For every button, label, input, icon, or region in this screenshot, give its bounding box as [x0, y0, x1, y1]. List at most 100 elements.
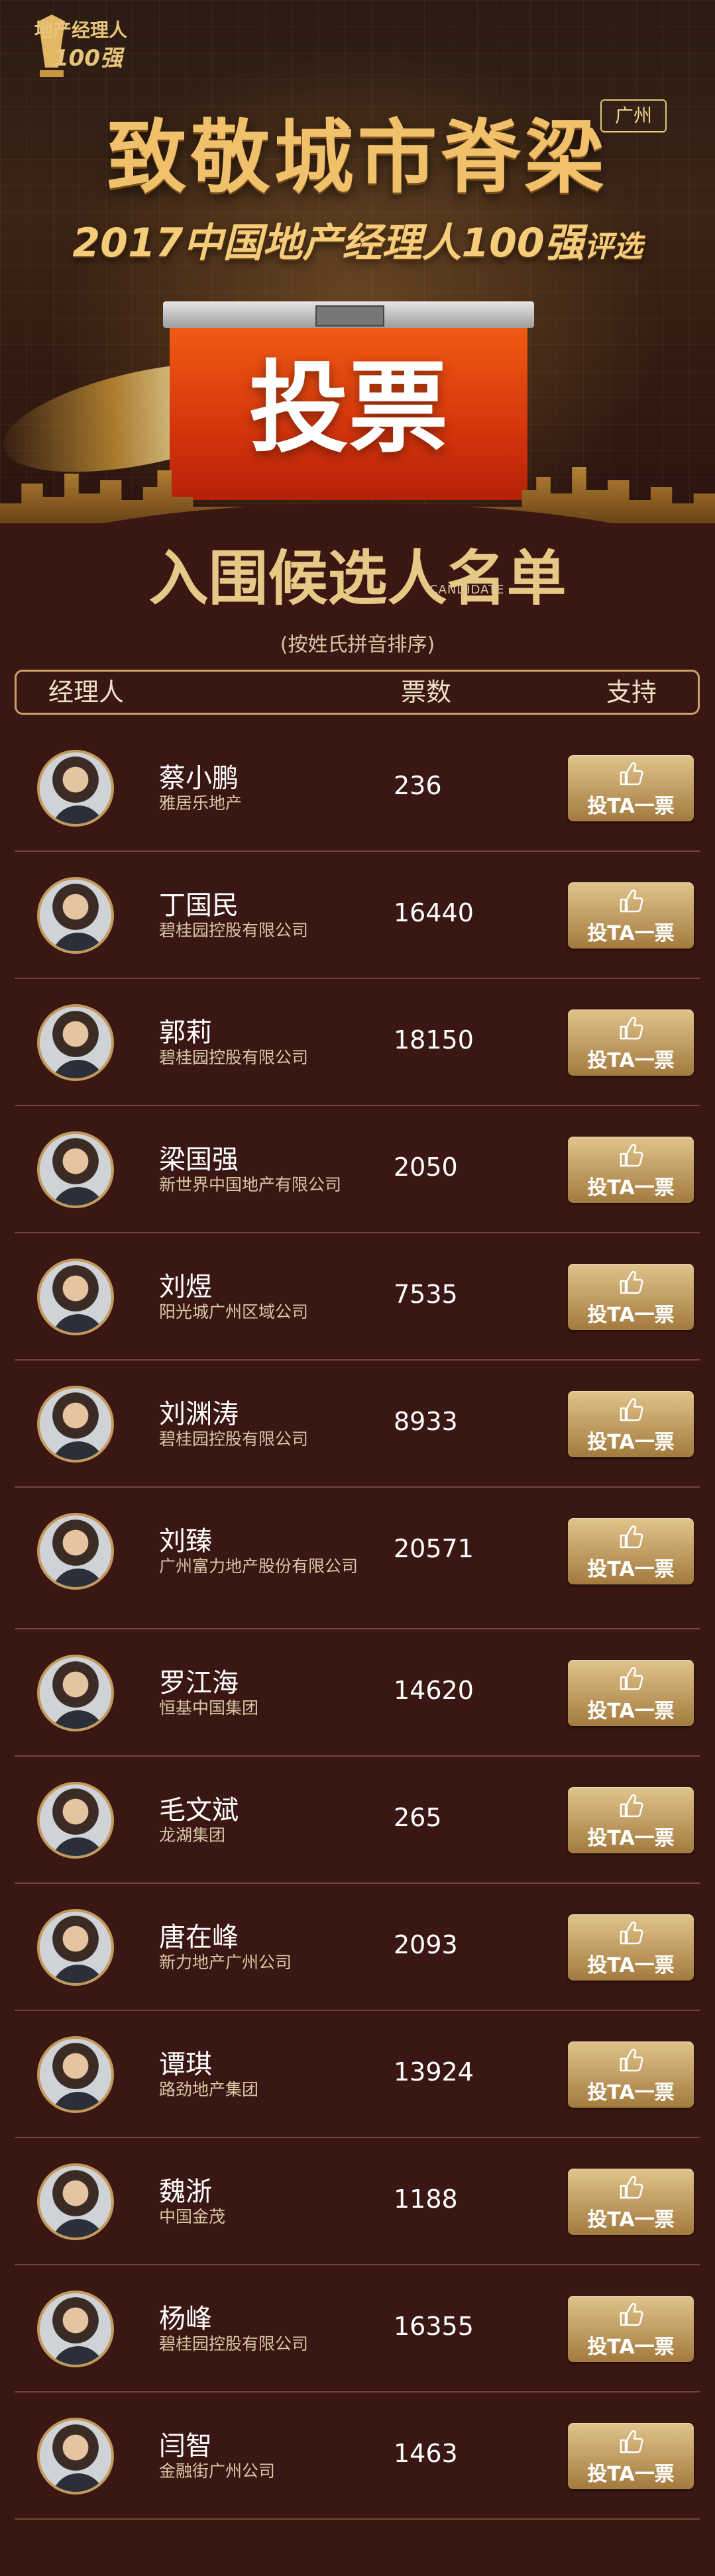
vote-button[interactable]: 投TA一票: [568, 1137, 694, 1203]
candidate-row: 闫智 金融街广州公司 1463 投TA一票: [15, 2393, 700, 2520]
vote-button-label: 投TA一票: [587, 1700, 675, 1723]
avatar: [37, 1909, 114, 1986]
vote-button[interactable]: 投TA一票: [568, 1391, 694, 1457]
logo-line1: 地产经理人: [34, 19, 128, 41]
vote-button[interactable]: 投TA一票: [568, 2169, 694, 2235]
candidate-row: 刘臻 广州富力地产股份有限公司 20571 投TA一票: [15, 1488, 700, 1629]
candidate-name: 杨峰: [159, 2304, 212, 2334]
thumbs-up-icon: [620, 1398, 643, 1421]
candidate-votes: 14620: [394, 1676, 474, 1705]
avatar: [37, 877, 114, 954]
avatar: [37, 2163, 114, 2240]
candidate-company: 碧桂园控股有限公司: [159, 2334, 309, 2353]
candidate-row: 毛文斌 龙湖集团 265 投TA一票: [15, 1757, 700, 1884]
candidate-company: 碧桂园控股有限公司: [159, 921, 309, 940]
candidate-name: 刘渊涛: [159, 1399, 239, 1429]
thumbs-up-icon: [620, 890, 643, 913]
vote-button-label: 投TA一票: [587, 1558, 675, 1581]
vote-button[interactable]: 投TA一票: [568, 2041, 694, 2108]
avatar: [37, 1386, 114, 1463]
candidate-company: 新力地产广州公司: [159, 1953, 292, 1972]
column-header-votes: 票数: [401, 678, 452, 707]
ballot-box: 投票: [163, 301, 534, 500]
column-header-manager: 经理人: [48, 678, 125, 707]
avatar: [37, 1004, 114, 1081]
candidate-votes: 265: [394, 1803, 442, 1832]
vote-button[interactable]: 投TA一票: [568, 1914, 694, 1981]
sub-title-main: 2017中国地产经理人100强: [72, 220, 584, 266]
ballot-slot: [315, 305, 384, 327]
column-header-support: 支持: [606, 678, 657, 707]
candidate-company: 路劲地产集团: [159, 2080, 259, 2099]
vote-button[interactable]: 投TA一票: [568, 2296, 694, 2362]
vote-button-label: 投TA一票: [587, 2336, 675, 2359]
candidate-votes: 20571: [394, 1534, 474, 1563]
candidate-name: 唐在峰: [159, 1922, 239, 1953]
candidate-company: 金融街广州公司: [159, 2461, 276, 2481]
vote-button[interactable]: 投TA一票: [568, 1787, 694, 1853]
vote-button[interactable]: 投TA一票: [568, 882, 694, 949]
candidate-row: 蔡小鹏 雅居乐地产 236 投TA一票: [15, 725, 700, 852]
avatar: [37, 2036, 114, 2113]
vote-button[interactable]: 投TA一票: [568, 1009, 694, 1076]
candidate-name: 丁国民: [159, 890, 239, 921]
vote-button-label: 投TA一票: [587, 795, 675, 818]
sub-title-suffix: 评选: [584, 230, 643, 264]
vote-button[interactable]: 投TA一票: [568, 1660, 694, 1726]
avatar: [37, 750, 114, 827]
candidate-company: 碧桂园控股有限公司: [159, 1429, 309, 1449]
candidate-name: 刘臻: [159, 1526, 212, 1557]
city-badge[interactable]: 广州: [600, 99, 667, 132]
candidate-votes: 8933: [394, 1407, 458, 1436]
avatar: [37, 1782, 114, 1859]
row-divider: [15, 2518, 700, 2520]
avatar: [37, 1131, 114, 1208]
candidate-name: 魏浙: [159, 2177, 212, 2207]
vote-button[interactable]: 投TA一票: [568, 1264, 694, 1330]
candidate-name: 罗江海: [159, 1668, 239, 1698]
candidate-company: 新世界中国地产有限公司: [159, 1175, 342, 1194]
vote-button-label: 投TA一票: [587, 1954, 675, 1977]
candidate-name: 蔡小鹏: [159, 763, 239, 794]
vote-button-label: 投TA一票: [587, 1176, 675, 1200]
candidate-votes: 2050: [394, 1153, 458, 1182]
candidate-row: 谭琪 路劲地产集团 13924 投TA一票: [15, 2011, 700, 2138]
vote-button-label: 投TA一票: [587, 1304, 675, 1327]
vote-button[interactable]: 投TA一票: [568, 2423, 694, 2489]
candidate-row: 郭莉 碧桂园控股有限公司 18150 投TA一票: [15, 979, 700, 1106]
candidate-name: 刘煜: [159, 1272, 212, 1302]
vote-button[interactable]: 投TA一票: [568, 755, 694, 821]
candidate-votes: 7535: [394, 1280, 458, 1309]
avatar: [37, 2418, 114, 2495]
candidate-company: 阳光城广州区域公司: [159, 1302, 309, 1321]
thumbs-up-icon: [620, 2176, 643, 2199]
candidate-row: 刘煜 阳光城广州区域公司 7535 投TA一票: [15, 1233, 700, 1361]
candidate-company: 雅居乐地产: [159, 794, 243, 813]
candidate-row: 唐在峰 新力地产广州公司 2093 投TA一票: [15, 1884, 700, 2011]
candidate-row: 丁国民 碧桂园控股有限公司 16440 投TA一票: [15, 852, 700, 979]
candidate-company: 龙湖集团: [159, 1826, 226, 1845]
sort-note: (按姓氏拼音排序): [280, 633, 435, 656]
vote-button-label: 投TA一票: [587, 2208, 675, 2232]
vote-button-label: 投TA一票: [587, 1431, 675, 1454]
vote-button-label: 投TA一票: [587, 1049, 675, 1072]
candidate-name: 毛文斌: [159, 1795, 239, 1826]
thumbs-up-icon: [620, 2049, 643, 2072]
vote-button-label: 投TA一票: [587, 2081, 675, 2104]
vote-button-label: 投TA一票: [587, 1827, 675, 1850]
avatar: [37, 1655, 114, 1731]
vote-button[interactable]: 投TA一票: [568, 1518, 694, 1584]
thumbs-up-icon: [620, 1144, 643, 1167]
candidate-company: 恒基中国集团: [159, 1698, 259, 1718]
candidate-row: 罗江海 恒基中国集团 14620 投TA一票: [15, 1629, 700, 1757]
table-header: 经理人 票数 支持: [15, 670, 700, 715]
candidate-list-title: 入围候选人名单: [148, 543, 567, 613]
candidate-votes: 1188: [394, 2185, 458, 2214]
candidate-company: 碧桂园控股有限公司: [159, 1048, 309, 1067]
candidate-name: 郭莉: [159, 1017, 212, 1048]
candidate-votes: 236: [394, 771, 442, 800]
logo-line2: 100强: [53, 45, 123, 72]
page: 地产经理人 100强 致敬城市脊梁 广州 2017中国地产经理人100强评选 投…: [0, 0, 715, 2576]
thumbs-up-icon: [620, 1525, 643, 1549]
candidate-name: 闫智: [159, 2431, 212, 2461]
